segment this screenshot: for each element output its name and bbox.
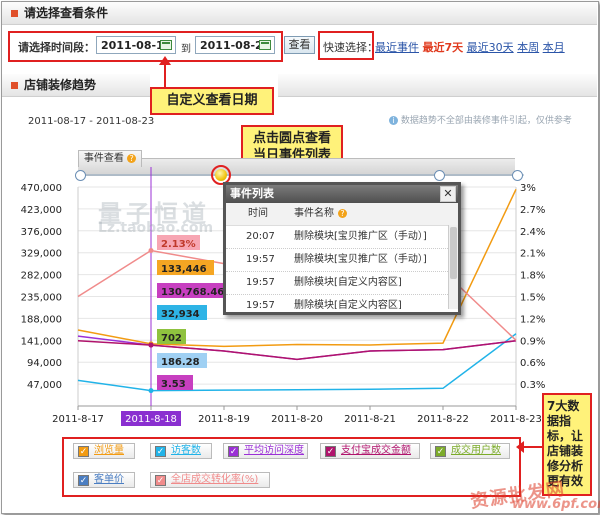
- event-row: 19:57 删除模块[自定义内容区]: [226, 272, 458, 295]
- hover-point-4: [148, 248, 154, 254]
- y2-tick-label: 2.4%: [520, 227, 545, 238]
- legend-label: 浏览量: [94, 445, 124, 456]
- hover-point-3: [148, 342, 154, 348]
- hover-point-1: [148, 388, 154, 394]
- event-row: 19:57 删除模块[自定义内容区]: [226, 295, 458, 309]
- series-line-2: [77, 335, 517, 361]
- legend-item[interactable]: ✓ 支付宝成交金额: [320, 443, 420, 459]
- event-row: 20:07 删除模块[宝贝推广区（手动）]: [226, 226, 458, 249]
- legend-item[interactable]: ✓ 访客数: [150, 443, 212, 459]
- hover-value-label: 32,934: [161, 309, 200, 320]
- y-tick-label: 188,000: [21, 314, 62, 325]
- legend-item[interactable]: ✓ 客单价: [73, 472, 135, 488]
- y-tick-label: 235,000: [21, 293, 62, 304]
- x-tick-label: 2011-8-19: [198, 414, 250, 425]
- legend-label: 访客数: [171, 445, 201, 456]
- hover-value-label: 2.13%: [161, 239, 196, 250]
- callout-arrow: [516, 441, 542, 453]
- popup-table: 时间 事件名称 ? 20:07 删除模块[宝贝推广区（手动）] 19:57 删除模块[…: [226, 203, 458, 309]
- x-tick-label: 2011-8-21: [344, 414, 396, 425]
- event-name: 删除模块[宝贝推广区（手动）]: [294, 231, 427, 242]
- legend-item[interactable]: ✓ 浏览量: [73, 443, 135, 459]
- event-row: 19:57 删除模块[宝贝推广区（手动）]: [226, 249, 458, 272]
- legend-item[interactable]: ✓ 成交用户数: [430, 443, 510, 459]
- y2-tick-label: 1.5%: [520, 293, 545, 304]
- y-tick-label: 470,000: [21, 183, 62, 194]
- close-icon[interactable]: ✕: [440, 186, 456, 202]
- legend-label: 客单价: [94, 474, 124, 485]
- checkbox-icon[interactable]: ✓: [155, 475, 166, 486]
- y2-tick-label: 1.2%: [520, 314, 545, 325]
- y2-tick-label: 0.9%: [520, 336, 545, 347]
- y2-tick-label: 0.6%: [520, 358, 545, 369]
- watermark-site-url: www.6pf.com: [512, 497, 600, 512]
- popup-title: 事件列表: [226, 185, 458, 203]
- y-tick-label: 47,000: [27, 380, 62, 391]
- event-name: 删除模块[自定义内容区]: [294, 277, 402, 288]
- popup-scrollbar[interactable]: [448, 225, 458, 309]
- col-time-header: 时间: [248, 208, 268, 219]
- legend-label: 全店成交转化率(%): [171, 474, 259, 485]
- hover-value-label: 186.28: [161, 357, 200, 368]
- checkbox-icon[interactable]: ✓: [78, 475, 89, 486]
- y2-tick-label: 2.1%: [520, 249, 545, 260]
- x-tick-label: 2011-8-17: [52, 414, 104, 425]
- checkbox-icon[interactable]: ✓: [435, 446, 446, 457]
- event-name: 删除模块[宝贝推广区（手动）]: [294, 254, 427, 265]
- event-time: 19:57: [246, 254, 275, 265]
- hover-value-label: 133,446: [161, 264, 207, 275]
- y-tick-label: 423,000: [21, 205, 62, 216]
- legend-item[interactable]: ✓ 全店成交转化率(%): [150, 472, 270, 488]
- y-tick-label: 376,000: [21, 227, 62, 238]
- popup-table-header: 时间 事件名称 ?: [226, 203, 458, 226]
- watermark-url: Lz.taobao.com: [98, 220, 214, 236]
- x-tick-label: 2011-8-20: [271, 414, 323, 425]
- event-time: 19:57: [246, 277, 275, 288]
- y-tick-label: 94,000: [27, 358, 62, 369]
- event-time: 19:57: [246, 300, 275, 309]
- col-name-header: 事件名称: [294, 208, 334, 219]
- y2-tick-label: 0.3%: [520, 380, 545, 391]
- x-tick-label: 2011-8-23: [490, 414, 542, 425]
- hover-value-label: 3.53: [161, 379, 186, 390]
- popup-scrollbar-thumb[interactable]: [450, 227, 457, 279]
- checkbox-icon[interactable]: ✓: [228, 446, 239, 457]
- event-list-popup: 事件列表 ✕ 时间 事件名称 ? 20:07 删除模块[宝贝推广区（手动）] 19:…: [223, 182, 461, 315]
- popup-rows: 20:07 删除模块[宝贝推广区（手动）] 19:57 删除模块[宝贝推广区（手动）]…: [226, 226, 458, 309]
- legend-item[interactable]: ✓ 平均访问深度: [223, 443, 308, 459]
- y-tick-label: 141,000: [21, 336, 62, 347]
- checkbox-icon[interactable]: ✓: [155, 446, 166, 457]
- hover-value-label: 702: [161, 333, 182, 344]
- y2-tick-label: 2.7%: [520, 205, 545, 216]
- y-tick-label: 329,000: [21, 249, 62, 260]
- y2-tick-label: 1.8%: [520, 271, 545, 282]
- checkbox-icon[interactable]: ✓: [325, 446, 336, 457]
- legend-label: 成交用户数: [451, 445, 501, 456]
- y-tick-label: 282,000: [21, 271, 62, 282]
- event-time: 20:07: [246, 231, 275, 242]
- help-icon: ?: [338, 209, 347, 218]
- event-name: 删除模块[自定义内容区]: [294, 300, 402, 309]
- hover-x-label: 2011-8-18: [125, 414, 177, 425]
- x-tick-label: 2011-8-22: [417, 414, 469, 425]
- legend-label: 支付宝成交金额: [341, 445, 411, 456]
- checkbox-icon[interactable]: ✓: [78, 446, 89, 457]
- y2-tick-label: 3%: [520, 183, 536, 194]
- legend-label: 平均访问深度: [244, 445, 304, 456]
- hover-value-label: 130,768.46: [161, 287, 224, 298]
